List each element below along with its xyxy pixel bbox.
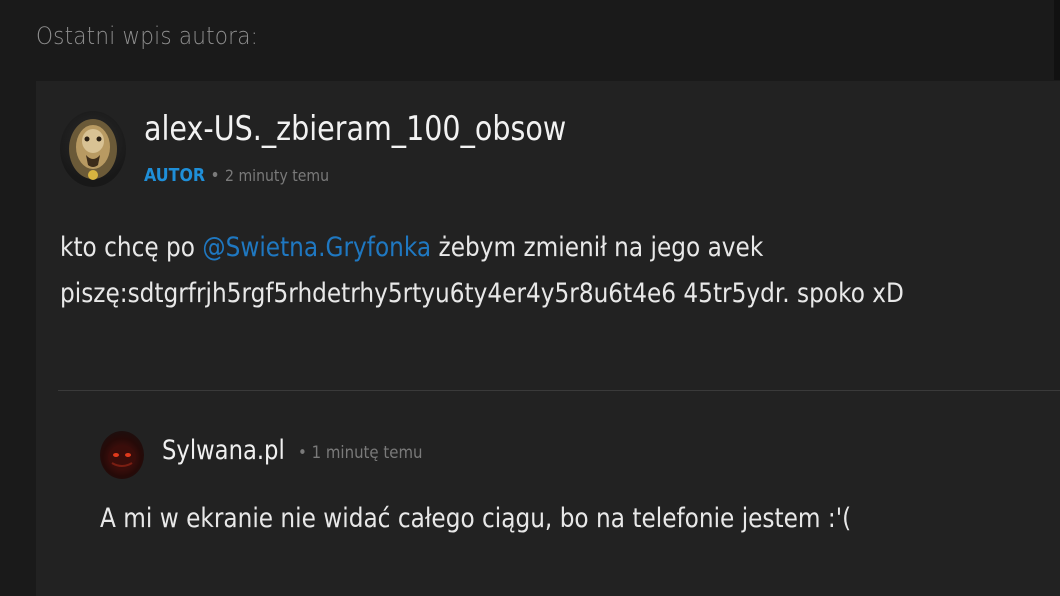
author-name[interactable]: alex-US._zbieram_100_obsow [144,109,566,149]
reply-meta: • 1 minutę temu [298,443,423,463]
section-heading: Ostatni wpis autora: [36,22,259,50]
author-badge: AUTOR [144,165,206,186]
post-meta: AUTOR • 2 minuty temu [144,165,329,186]
post-text-after-mention: żebym zmienił na jego avek [431,232,764,263]
author-avatar[interactable] [60,111,126,187]
reply-meta-separator: • [298,443,307,463]
user-mention-link[interactable]: @Swietna.Gryfonka [202,232,431,263]
post-text-before-mention: kto chcę po [60,232,203,263]
post-body: kto chcę po @Swietna.Gryfonka żebym zmie… [60,225,1006,317]
scroll-edge [1054,0,1060,80]
post-body-line-2: piszę:sdtgrfrjh5rgf5rhdetrhy5rtyu6ty4er4… [60,278,904,309]
reply-body: A mi w ekranie nie widać całego ciągu, b… [100,503,852,534]
post-time[interactable]: 2 minuty temu [225,166,329,185]
reply-author-name[interactable]: Sylwana.pl [162,435,285,466]
meta-separator: • [210,165,220,186]
post-card: alex-US._zbieram_100_obsow AUTOR • 2 minut… [36,81,1060,596]
post-body-line-1: kto chcę po @Swietna.Gryfonka żebym zmie… [60,225,1006,271]
lion-avatar-icon [69,119,117,180]
dark-red-avatar-icon [108,445,136,469]
reply-time[interactable]: 1 minutę temu [312,443,423,463]
page: Ostatni wpis autora: alex-US._zbieram_10… [0,0,1060,596]
comment-divider [58,390,1060,391]
reply-avatar[interactable] [100,431,144,479]
